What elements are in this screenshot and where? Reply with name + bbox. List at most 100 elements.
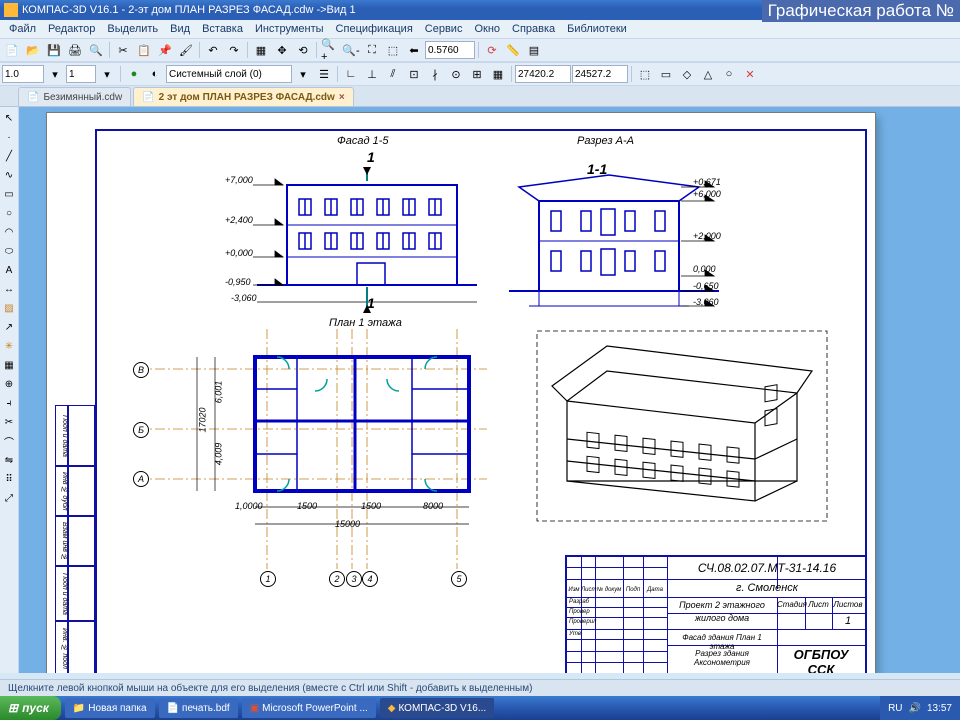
array-icon[interactable]: ⠿ — [0, 470, 18, 488]
menu-libs[interactable]: Библиотеки — [562, 22, 632, 36]
symbol-icon[interactable]: ✳ — [0, 337, 18, 355]
snap2-icon[interactable]: ⊥ — [362, 64, 382, 84]
zoom-in-icon[interactable]: 🔍+ — [320, 40, 340, 60]
pan-icon[interactable]: ✥ — [272, 40, 292, 60]
layer-color-icon[interactable]: ● — [124, 64, 144, 84]
circle-icon[interactable]: ○ — [0, 204, 18, 222]
copy-icon[interactable]: 📋 — [134, 40, 154, 60]
menu-select[interactable]: Выделить — [102, 22, 163, 36]
select-all-icon[interactable]: ▦ — [251, 40, 271, 60]
snap6-icon[interactable]: ⊙ — [446, 64, 466, 84]
menu-edit[interactable]: Редактор — [43, 22, 100, 36]
constraint4-icon[interactable]: △ — [698, 64, 718, 84]
constraint5-icon[interactable]: ○ — [719, 64, 739, 84]
layer-toggle-icon[interactable]: ◐ — [145, 64, 165, 84]
fillet-icon[interactable]: ⌒ — [0, 432, 18, 450]
system-tray[interactable]: RU 🔊 13:57 — [880, 696, 960, 720]
open-icon[interactable]: 📂 — [23, 40, 43, 60]
task-item-2[interactable]: 📄печать.bdf — [159, 698, 238, 718]
snap1-icon[interactable]: ∟ — [341, 64, 361, 84]
cursor-icon[interactable]: ↖ — [0, 109, 18, 127]
menubar[interactable]: Файл Редактор Выделить Вид Вставка Инстр… — [0, 20, 960, 38]
point-icon[interactable]: · — [0, 128, 18, 146]
tb-row-1: Разраб — [567, 599, 597, 605]
save-icon[interactable]: 💾 — [44, 40, 64, 60]
layer-name-combo[interactable]: Системный слой (0) — [166, 65, 292, 83]
measure-icon[interactable]: 📏 — [503, 40, 523, 60]
menu-view[interactable]: Вид — [165, 22, 195, 36]
table-icon[interactable]: ▦ — [0, 356, 18, 374]
coord-x-input[interactable] — [515, 65, 571, 83]
layer-num-combo[interactable]: 1 — [66, 65, 96, 83]
menu-help[interactable]: Справка — [507, 22, 560, 36]
facade-title: Фасад 1-5 — [337, 135, 389, 147]
zoom-out-icon[interactable]: 🔍- — [341, 40, 361, 60]
break-icon[interactable]: ⫞ — [0, 394, 18, 412]
menu-file[interactable]: Файл — [4, 22, 41, 36]
close-icon[interactable]: × — [339, 92, 345, 103]
zoom-prev-icon[interactable]: ⬅ — [404, 40, 424, 60]
dim-d5: 1500 — [297, 501, 317, 511]
zoom-input[interactable] — [425, 41, 475, 59]
doc-tab-2[interactable]: 📄 2 эт дом ПЛАН РАЗРЕЗ ФАСАД.cdw × — [133, 87, 353, 106]
separator — [337, 66, 338, 82]
undo-icon[interactable]: ↶ — [203, 40, 223, 60]
coord-y-input[interactable] — [572, 65, 628, 83]
stroke-width-combo[interactable]: 1.0 — [2, 65, 44, 83]
redo-icon[interactable]: ↷ — [224, 40, 244, 60]
layers-icon[interactable]: ▤ — [524, 40, 544, 60]
dim-d1: 17020 — [198, 407, 208, 432]
new-icon[interactable]: 📄 — [2, 40, 22, 60]
task-item-1[interactable]: 📁Новая папка — [65, 698, 155, 718]
tray-icon[interactable]: 🔊 — [909, 703, 921, 714]
arc-icon[interactable]: ◠ — [0, 223, 18, 241]
ellipse-icon[interactable]: ⬭ — [0, 242, 18, 260]
menu-spec[interactable]: Спецификация — [331, 22, 418, 36]
leader-icon[interactable]: ↗ — [0, 318, 18, 336]
menu-service[interactable]: Сервис — [420, 22, 468, 36]
menu-window[interactable]: Окно — [469, 22, 505, 36]
snap5-icon[interactable]: ∤ — [425, 64, 445, 84]
rect-icon[interactable]: ▭ — [0, 185, 18, 203]
rotate-icon[interactable]: ⟲ — [293, 40, 313, 60]
clock[interactable]: 13:57 — [927, 703, 952, 714]
menu-insert[interactable]: Вставка — [197, 22, 248, 36]
text-icon[interactable]: A — [0, 261, 18, 279]
doc-tab-1[interactable]: 📄 Безимянный.cdw — [18, 87, 131, 106]
hatch-icon[interactable]: ▨ — [0, 299, 18, 317]
mirror-icon[interactable]: ⇋ — [0, 451, 18, 469]
menu-tools[interactable]: Инструменты — [250, 22, 329, 36]
delete-icon[interactable]: ✕ — [740, 64, 760, 84]
constraint2-icon[interactable]: ▭ — [656, 64, 676, 84]
constraint1-icon[interactable]: ⬚ — [635, 64, 655, 84]
start-button[interactable]: ⊞ пуск — [0, 696, 61, 720]
preview-icon[interactable]: 🔍 — [86, 40, 106, 60]
ortho-icon[interactable]: ⊞ — [467, 64, 487, 84]
constraint3-icon[interactable]: ◇ — [677, 64, 697, 84]
lang-indicator[interactable]: RU — [888, 703, 902, 714]
zoom-window-icon[interactable]: ⬚ — [383, 40, 403, 60]
refresh-icon[interactable]: ⟳ — [482, 40, 502, 60]
canvas-area[interactable]: Фасад 1-5 Разрез А-А 1 1-1 1 План 1 этаж… — [19, 107, 960, 673]
brush-icon[interactable]: 🖌 — [176, 40, 196, 60]
paste-icon[interactable]: 📌 — [155, 40, 175, 60]
spline-icon[interactable]: ∿ — [0, 166, 18, 184]
snap4-icon[interactable]: ⊡ — [404, 64, 424, 84]
dropdown-icon[interactable]: ▾ — [293, 64, 313, 84]
zoom-fit-icon[interactable]: ⛶ — [362, 40, 382, 60]
dropdown-icon[interactable]: ▾ — [45, 64, 65, 84]
dim-icon[interactable]: ↔ — [0, 280, 18, 298]
axis-icon[interactable]: ⊕ — [0, 375, 18, 393]
line-icon[interactable]: ╱ — [0, 147, 18, 165]
layer-settings-icon[interactable]: ☰ — [314, 64, 334, 84]
cut-icon[interactable]: ✂ — [113, 40, 133, 60]
snap3-icon[interactable]: ⫽ — [383, 64, 403, 84]
trim-icon[interactable]: ✂ — [0, 413, 18, 431]
task-item-4[interactable]: ◆КОМПАС-3D V16... — [380, 698, 494, 718]
scale-icon[interactable]: ⤢ — [0, 489, 18, 507]
print-icon[interactable]: 🖨 — [65, 40, 85, 60]
grid-icon[interactable]: ▦ — [488, 64, 508, 84]
task-item-3[interactable]: ▣Microsoft PowerPoint ... — [242, 698, 376, 718]
dropdown-icon[interactable]: ▾ — [97, 64, 117, 84]
tb-city: г. Смоленск — [677, 582, 857, 594]
